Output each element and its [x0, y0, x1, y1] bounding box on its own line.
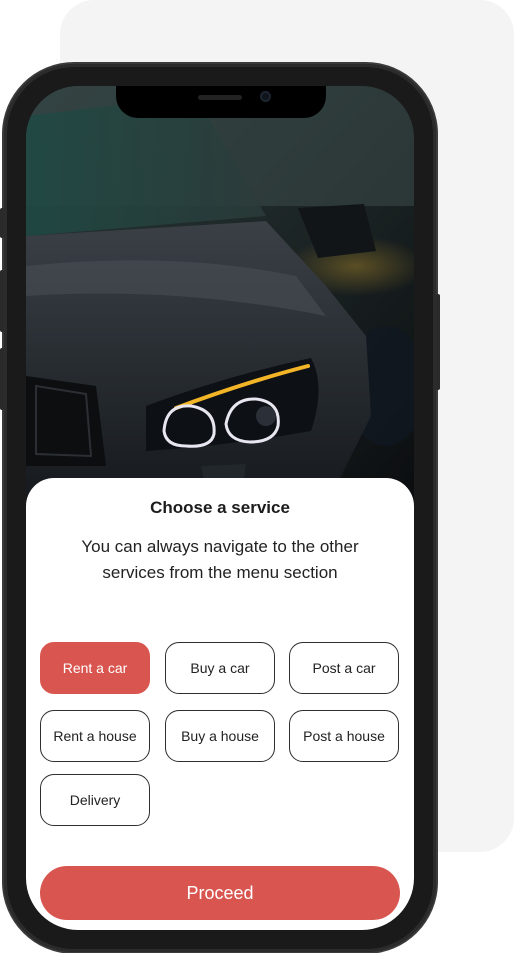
service-delivery[interactable]: Delivery — [40, 774, 150, 826]
mute-switch — [0, 208, 4, 238]
car-headlight-photo — [26, 86, 414, 506]
service-selection-sheet: Choose a service You can always navigate… — [26, 478, 414, 930]
service-buy-a-car[interactable]: Buy a car — [165, 642, 275, 694]
sheet-subtitle: You can always navigate to the other ser… — [81, 537, 359, 582]
proceed-button[interactable]: Proceed — [40, 866, 400, 920]
phone-screen: Choose a service You can always navigate… — [26, 86, 414, 930]
front-camera — [260, 91, 271, 102]
service-post-a-car[interactable]: Post a car — [289, 642, 399, 694]
phone-notch — [116, 86, 326, 118]
phone-frame: Choose a service You can always navigate… — [0, 64, 440, 952]
volume-down-button — [0, 348, 4, 410]
service-rent-a-car[interactable]: Rent a car — [40, 642, 150, 694]
power-button — [436, 294, 440, 390]
speaker-grille — [198, 95, 242, 100]
sheet-title: Choose a service — [150, 498, 290, 517]
service-post-a-house[interactable]: Post a house — [289, 710, 399, 762]
service-buy-a-house[interactable]: Buy a house — [165, 710, 275, 762]
service-rent-a-house[interactable]: Rent a house — [40, 710, 150, 762]
volume-up-button — [0, 270, 4, 332]
